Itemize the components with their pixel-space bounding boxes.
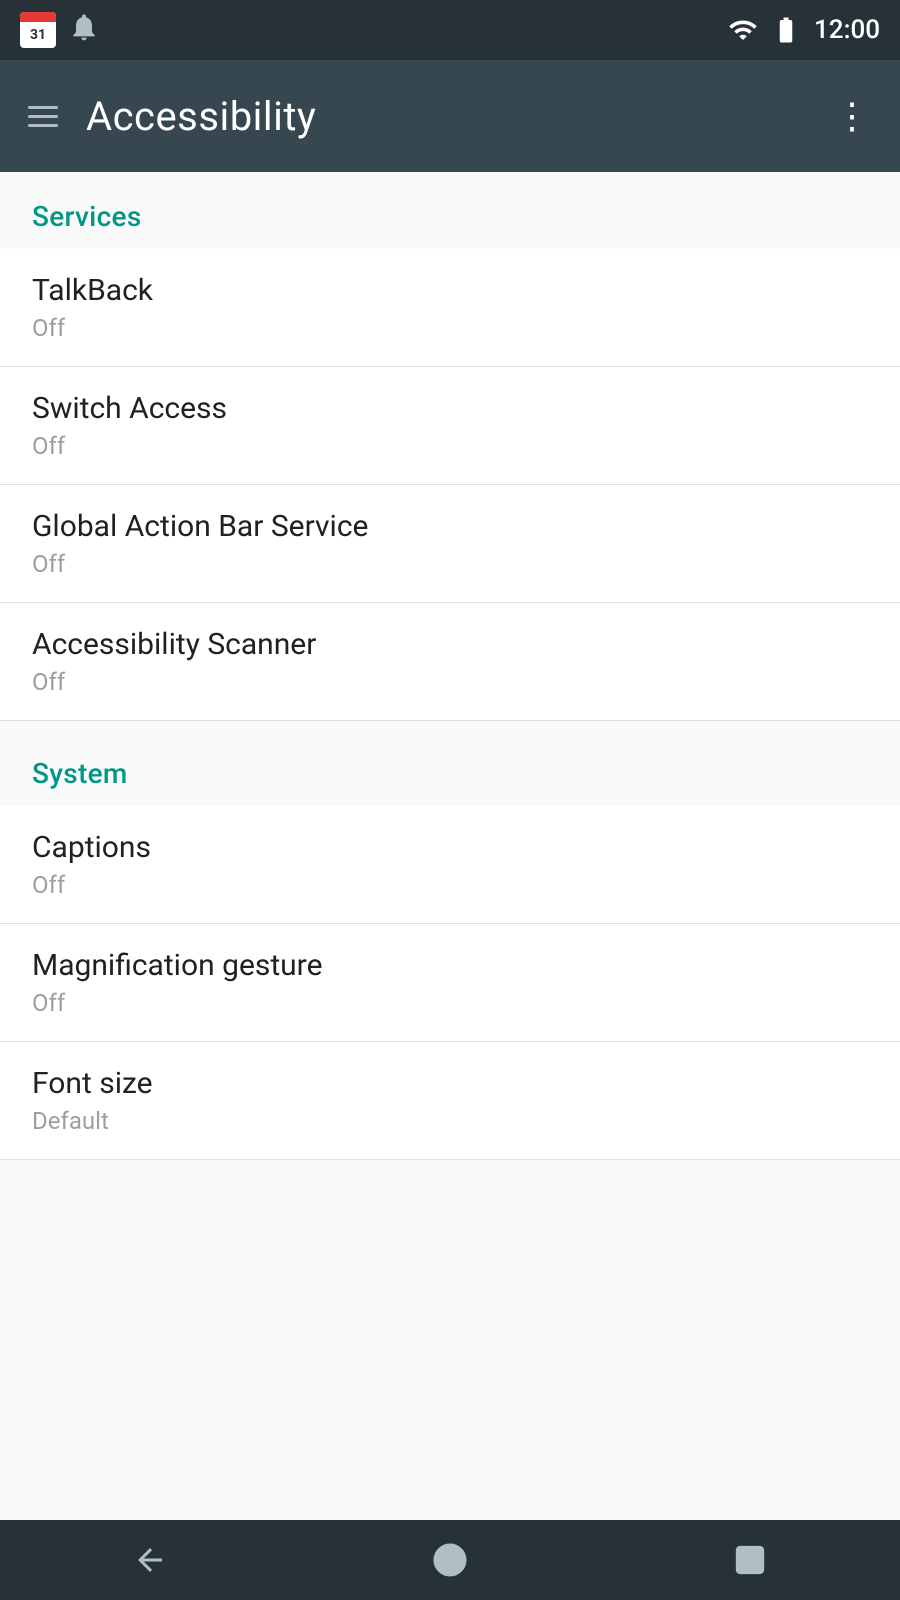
captions-title: Captions: [32, 830, 868, 865]
status-bar-right: 12:00: [728, 15, 880, 45]
services-section-header: Services: [0, 172, 900, 249]
home-button[interactable]: [410, 1530, 490, 1590]
content-area: Services TalkBack Off Switch Access Off …: [0, 172, 900, 1520]
system-section-header: System: [0, 729, 900, 806]
accessibility-scanner-subtitle: Off: [32, 668, 868, 696]
services-section: Services TalkBack Off Switch Access Off …: [0, 172, 900, 721]
global-action-bar-title: Global Action Bar Service: [32, 509, 868, 544]
magnification-gesture-title: Magnification gesture: [32, 948, 868, 983]
font-size-title: Font size: [32, 1066, 868, 1101]
global-action-bar-subtitle: Off: [32, 550, 868, 578]
system-header-text: System: [32, 757, 128, 790]
notification-icon: [68, 11, 100, 50]
page-title: Accessibility: [86, 93, 316, 140]
system-section: System Captions Off Magnification gestur…: [0, 729, 900, 1160]
more-options-button[interactable]: ⋮: [826, 90, 880, 142]
back-button[interactable]: [110, 1530, 190, 1590]
switch-access-item[interactable]: Switch Access Off: [0, 367, 900, 485]
section-spacer: [0, 721, 900, 729]
toolbar: Accessibility ⋮: [0, 60, 900, 172]
services-header-text: Services: [32, 200, 142, 233]
hamburger-line-3: [28, 124, 58, 127]
accessibility-scanner-item[interactable]: Accessibility Scanner Off: [0, 603, 900, 721]
recents-button[interactable]: [710, 1530, 790, 1590]
switch-access-subtitle: Off: [32, 432, 868, 460]
magnification-gesture-item[interactable]: Magnification gesture Off: [0, 924, 900, 1042]
switch-access-title: Switch Access: [32, 391, 868, 426]
signal-icon: [728, 15, 758, 45]
hamburger-line-1: [28, 106, 58, 109]
talkback-subtitle: Off: [32, 314, 868, 342]
calendar-icon: 31: [20, 12, 56, 48]
hamburger-menu-button[interactable]: [20, 98, 66, 135]
status-bar-left: 31: [20, 11, 100, 50]
magnification-gesture-subtitle: Off: [32, 989, 868, 1017]
font-size-item[interactable]: Font size Default: [0, 1042, 900, 1160]
toolbar-left: Accessibility: [20, 93, 316, 140]
time-display: 12:00: [814, 15, 880, 45]
battery-icon: [768, 15, 804, 45]
global-action-bar-item[interactable]: Global Action Bar Service Off: [0, 485, 900, 603]
font-size-subtitle: Default: [32, 1107, 868, 1135]
talkback-item[interactable]: TalkBack Off: [0, 249, 900, 367]
captions-item[interactable]: Captions Off: [0, 806, 900, 924]
status-bar: 31 12:00: [0, 0, 900, 60]
hamburger-line-2: [28, 115, 58, 118]
talkback-title: TalkBack: [32, 273, 868, 308]
nav-bar: [0, 1520, 900, 1600]
accessibility-scanner-title: Accessibility Scanner: [32, 627, 868, 662]
captions-subtitle: Off: [32, 871, 868, 899]
